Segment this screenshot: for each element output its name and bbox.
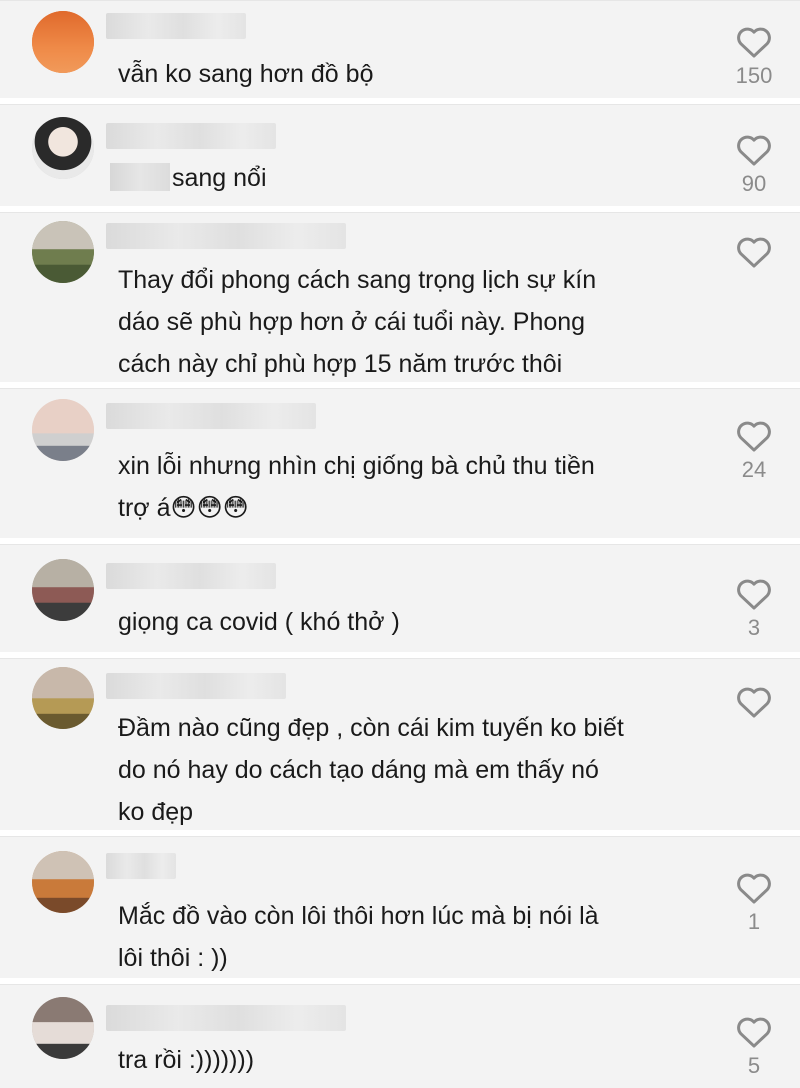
comment-text: giọng ca covid ( khó thở ) — [118, 608, 400, 636]
like-button[interactable] — [735, 1013, 773, 1049]
username-blurred[interactable] — [106, 563, 276, 589]
comment-item: Thay đổi phong cách sang trọng lịch sự k… — [0, 212, 800, 382]
heart-outline-icon — [737, 237, 771, 268]
comment-text: Đầm nào cũng đẹp , còn cái kim tuyến ko … — [118, 714, 624, 826]
like-button[interactable] — [735, 575, 773, 611]
like-count: 24 — [741, 457, 767, 482]
like-count: 90 — [741, 171, 767, 196]
like-button[interactable] — [735, 417, 773, 453]
comment-text: vẫn ko sang hơn đồ bộ — [118, 60, 374, 88]
comment-item: sang nổi 90 — [0, 104, 800, 206]
like-button[interactable] — [735, 869, 773, 905]
heart-outline-icon — [737, 873, 771, 904]
like-button[interactable] — [735, 131, 773, 167]
like-button[interactable] — [735, 23, 773, 59]
heart-outline-icon — [737, 687, 771, 718]
like-count: 5 — [747, 1053, 761, 1078]
avatar[interactable] — [32, 667, 94, 729]
like-count: 1 — [747, 909, 761, 934]
avatar[interactable] — [32, 399, 94, 461]
username-blurred[interactable] — [106, 403, 316, 429]
avatar[interactable] — [32, 851, 94, 913]
username-blurred[interactable] — [106, 223, 346, 249]
username-blurred[interactable] — [106, 13, 246, 39]
mention-blurred[interactable] — [110, 163, 170, 191]
username-blurred[interactable] — [106, 1005, 346, 1031]
avatar[interactable] — [32, 997, 94, 1059]
heart-outline-icon — [737, 421, 771, 452]
comment-text: xin lỗi nhưng nhìn chị giống bà chủ thu … — [118, 452, 595, 522]
comment-text: Mắc đồ vào còn lôi thôi hơn lúc mà bị nó… — [118, 902, 599, 972]
comment-item: tra rồi :))))))) 5 — [0, 984, 800, 1088]
avatar[interactable] — [32, 11, 94, 73]
like-button[interactable] — [735, 683, 773, 719]
like-count: 150 — [735, 63, 773, 88]
comment-list: vẫn ko sang hơn đồ bộ 150 sang nổi 90 Th… — [0, 0, 800, 1088]
comment-item: giọng ca covid ( khó thở ) 3 — [0, 544, 800, 652]
comment-item: xin lỗi nhưng nhìn chị giống bà chủ thu … — [0, 388, 800, 538]
comment-item: vẫn ko sang hơn đồ bộ 150 — [0, 0, 800, 98]
comment-item: Mắc đồ vào còn lôi thôi hơn lúc mà bị nó… — [0, 836, 800, 978]
username-blurred[interactable] — [106, 123, 276, 149]
heart-outline-icon — [737, 1017, 771, 1048]
heart-outline-icon — [737, 579, 771, 610]
comment-item: Đầm nào cũng đẹp , còn cái kim tuyến ko … — [0, 658, 800, 830]
comment-text: sang nổi — [172, 164, 267, 192]
heart-outline-icon — [737, 135, 771, 166]
username-blurred[interactable] — [106, 853, 176, 879]
comment-text: tra rồi :))))))) — [118, 1046, 255, 1074]
like-count: 3 — [747, 615, 761, 640]
comment-text: Thay đổi phong cách sang trọng lịch sự k… — [118, 266, 597, 378]
username-blurred[interactable] — [106, 673, 286, 699]
heart-outline-icon — [737, 27, 771, 58]
avatar[interactable] — [32, 117, 94, 179]
like-button[interactable] — [735, 233, 773, 269]
avatar[interactable] — [32, 559, 94, 621]
avatar[interactable] — [32, 221, 94, 283]
